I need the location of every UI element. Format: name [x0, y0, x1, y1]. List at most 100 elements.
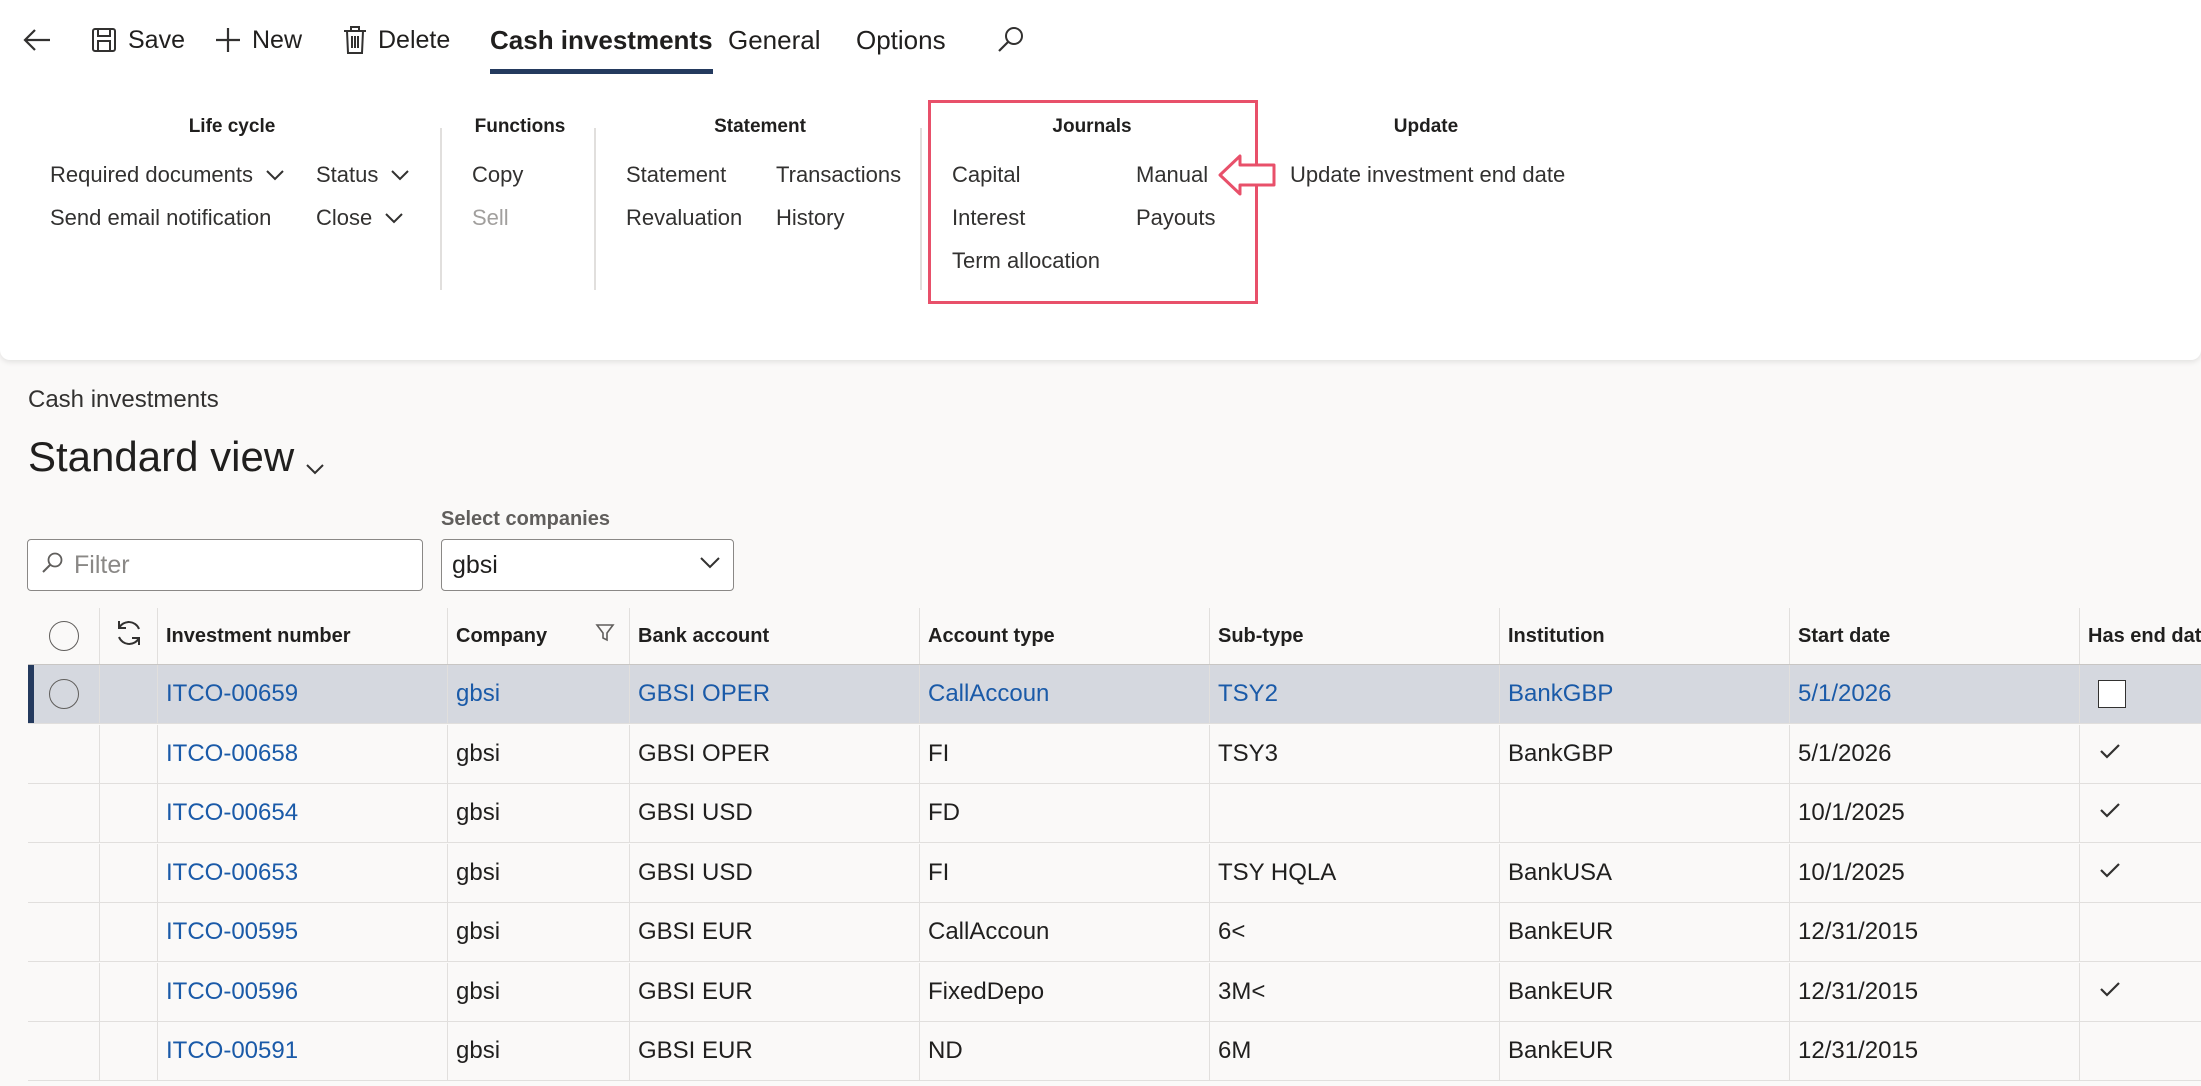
filter-field[interactable] — [27, 539, 423, 591]
has-end-date-cell — [2080, 963, 2201, 1021]
table-row[interactable]: ITCO-00654 gbsi GBSI USD FD 10/1/2025 — [28, 784, 2201, 843]
investment-number-cell[interactable]: ITCO-00654 — [158, 784, 448, 842]
start-date-cell: 12/31/2015 — [1790, 962, 2080, 1021]
investment-number-cell[interactable]: ITCO-00591 — [158, 1022, 448, 1080]
has-end-date-cell[interactable] — [2080, 665, 2201, 723]
institution-cell: BankEUR — [1500, 1022, 1790, 1080]
transactions-button[interactable]: Transactions — [776, 162, 901, 188]
row-select-radio[interactable] — [48, 679, 79, 709]
close-menu[interactable]: Close — [316, 205, 404, 231]
select-all-radio[interactable] — [48, 621, 79, 651]
update-investment-end-date-button[interactable]: Update investment end date — [1290, 162, 1565, 188]
chevron-down-icon — [384, 205, 404, 231]
bank-account-cell[interactable]: GBSI OPER — [630, 665, 920, 723]
required-documents-menu[interactable]: Required documents — [50, 162, 285, 188]
tab-general[interactable]: General — [728, 18, 821, 62]
filter-funnel-icon[interactable] — [595, 623, 615, 649]
bank-account-cell: GBSI USD — [630, 843, 920, 902]
back-arrow-icon — [20, 22, 56, 58]
new-button[interactable]: New — [214, 18, 302, 62]
start-date-cell: 5/1/2026 — [1790, 724, 2080, 783]
row-select-cell[interactable] — [28, 784, 100, 842]
refresh-button[interactable] — [100, 608, 158, 664]
grid-header-row: Investment number Company Bank account A… — [28, 608, 2201, 665]
table-row[interactable]: ITCO-00659 gbsi GBSI OPER CallAccoun TSY2 Ban… — [28, 665, 2201, 724]
account-type-cell: FD — [920, 784, 1210, 842]
copy-button[interactable]: Copy — [472, 162, 523, 188]
column-header-sub-type[interactable]: Sub-type — [1210, 608, 1500, 664]
tab-options[interactable]: Options — [856, 18, 946, 62]
column-header-start-date[interactable]: Start date — [1790, 608, 2080, 664]
sub-type-cell[interactable]: TSY2 — [1210, 665, 1500, 723]
column-header-has-end-date[interactable]: Has end dat — [2080, 608, 2201, 664]
institution-cell[interactable]: BankGBP — [1500, 665, 1790, 723]
column-header-company[interactable]: Company — [448, 608, 630, 664]
sell-button[interactable]: Sell — [472, 205, 509, 231]
filter-input[interactable] — [72, 549, 406, 581]
save-button[interactable]: Save — [90, 18, 185, 62]
revaluation-button[interactable]: Revaluation — [626, 205, 742, 231]
row-select-cell[interactable] — [28, 962, 100, 1021]
bank-account-cell: GBSI EUR — [630, 1022, 920, 1080]
statement-button[interactable]: Statement — [626, 162, 726, 188]
table-row[interactable]: ITCO-00653 gbsi GBSI USD FI TSY HQLA BankUSA 1… — [28, 843, 2201, 903]
column-header-institution[interactable]: Institution — [1500, 608, 1790, 664]
history-button[interactable]: History — [776, 205, 844, 231]
sub-type-cell: TSY HQLA — [1210, 843, 1500, 902]
account-type-cell: ND — [920, 1022, 1210, 1080]
row-select-cell[interactable] — [28, 724, 100, 783]
back-button[interactable] — [20, 18, 56, 62]
column-header-company-label: Company — [456, 624, 548, 647]
chevron-down-icon — [390, 162, 410, 188]
start-date-cell: 10/1/2025 — [1790, 784, 2080, 842]
company-cell: gbsi — [448, 724, 630, 783]
table-row[interactable]: ITCO-00596 gbsi GBSI EUR FixedDepo 3M< BankEU… — [28, 962, 2201, 1022]
table-row[interactable]: ITCO-00658 gbsi GBSI OPER FI TSY3 BankGBP 5/1/… — [28, 724, 2201, 784]
row-select-cell[interactable] — [28, 1022, 100, 1080]
sub-type-cell — [1210, 784, 1500, 842]
has-end-date-checkbox[interactable] — [2098, 680, 2126, 708]
send-email-notification-button[interactable]: Send email notification — [50, 205, 271, 231]
investment-number-cell[interactable]: ITCO-00658 — [158, 724, 448, 783]
has-end-date-cell — [2080, 784, 2201, 842]
column-header-investment-number[interactable]: Investment number — [158, 608, 448, 664]
required-documents-label: Required documents — [50, 162, 254, 187]
status-menu[interactable]: Status — [316, 162, 410, 188]
sub-type-cell: TSY3 — [1210, 724, 1500, 783]
company-cell[interactable]: gbsi — [448, 665, 630, 723]
investment-number-cell[interactable]: ITCO-00653 — [158, 843, 448, 902]
row-spacer-cell — [100, 843, 158, 902]
delete-button[interactable]: Delete — [342, 18, 450, 62]
action-pane: Save New Delete Cash investments General… — [0, 0, 2201, 360]
column-header-bank-account[interactable]: Bank account — [630, 608, 920, 664]
toolbar: Save New Delete Cash investments General… — [0, 0, 2201, 80]
account-type-cell: CallAccoun — [920, 903, 1210, 961]
sub-type-cell: 6< — [1210, 903, 1500, 961]
update-group-title: Update — [1393, 116, 1459, 137]
bank-account-cell: GBSI EUR — [630, 903, 920, 961]
table-row[interactable]: ITCO-00595 gbsi GBSI EUR CallAccoun 6< BankEU… — [28, 903, 2201, 962]
investment-number-cell[interactable]: ITCO-00659 — [158, 665, 448, 723]
select-companies-value: gbsi — [452, 550, 498, 579]
select-all-cell[interactable] — [28, 608, 100, 664]
group-separator — [440, 128, 442, 290]
search-button[interactable] — [996, 18, 1026, 62]
bank-account-cell: GBSI OPER — [630, 724, 920, 783]
chevron-down-icon — [265, 162, 285, 188]
new-label: New — [252, 25, 303, 54]
account-type-cell[interactable]: CallAccoun — [920, 665, 1210, 723]
investment-number-cell[interactable]: ITCO-00596 — [158, 962, 448, 1021]
table-row[interactable]: ITCO-00591 gbsi GBSI EUR ND 6M BankEUR 12/31/2… — [28, 1022, 2201, 1081]
company-cell: gbsi — [448, 962, 630, 1021]
tab-cash-investments[interactable]: Cash investments — [490, 18, 713, 74]
investment-number-cell[interactable]: ITCO-00595 — [158, 903, 448, 961]
select-companies-dropdown[interactable]: gbsi — [441, 539, 734, 591]
row-select-cell[interactable] — [28, 665, 100, 723]
start-date-cell[interactable]: 5/1/2026 — [1790, 665, 2080, 723]
column-header-account-type[interactable]: Account type — [920, 608, 1210, 664]
search-icon — [996, 25, 1026, 55]
view-selector[interactable]: Standard view — [28, 428, 326, 486]
row-select-cell[interactable] — [28, 903, 100, 961]
search-icon — [40, 551, 64, 580]
row-select-cell[interactable] — [28, 843, 100, 902]
